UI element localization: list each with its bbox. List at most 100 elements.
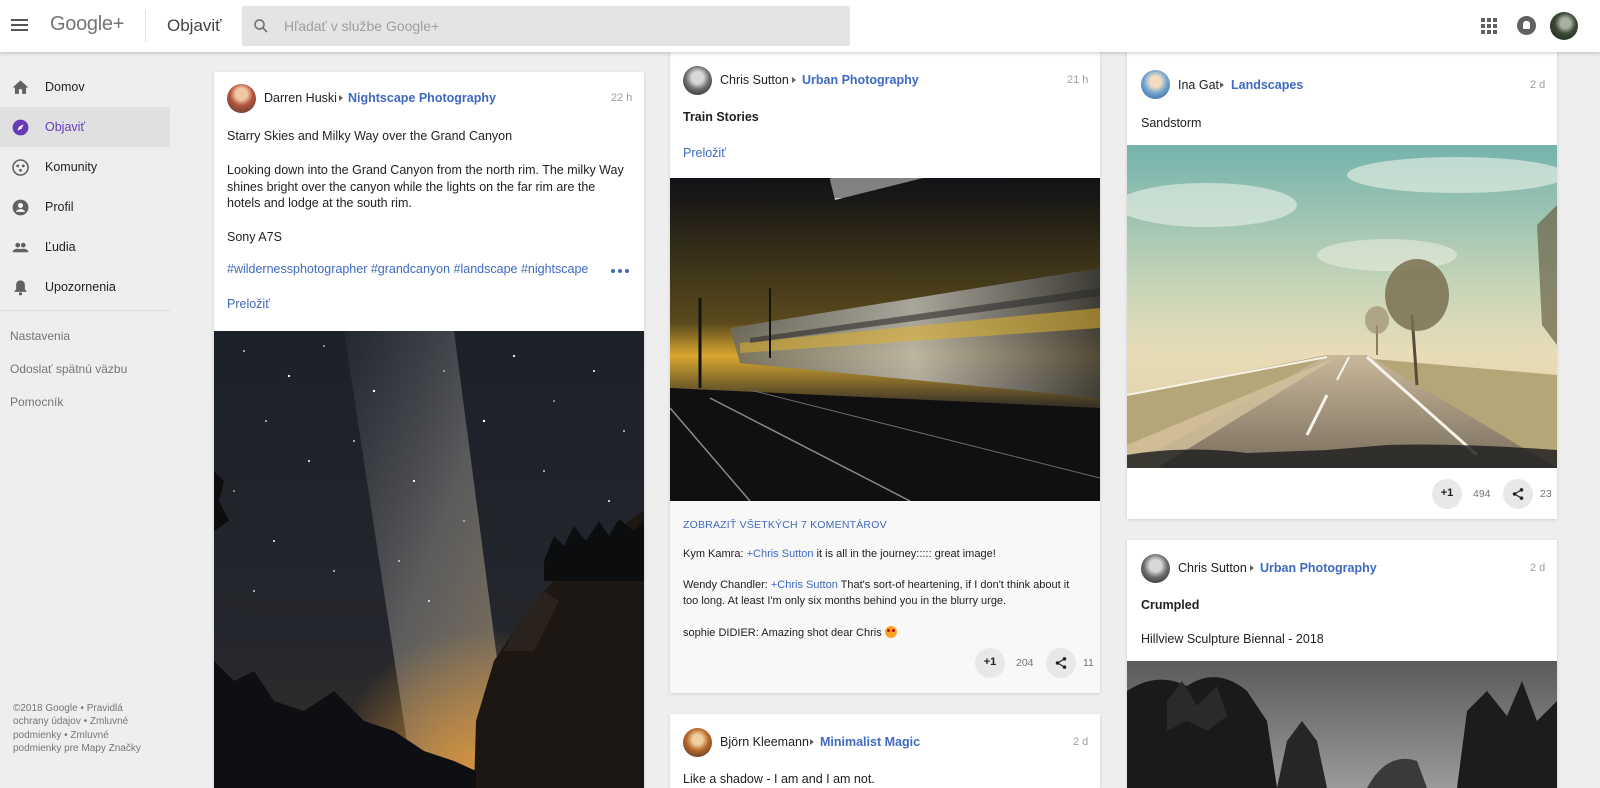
mention-link[interactable]: +Chris Sutton [747,548,814,560]
share-icon [1055,657,1067,669]
post-time[interactable]: 22 h [611,92,632,104]
post-community-link[interactable]: Landscapes [1231,78,1303,92]
sidebar-item-profile[interactable]: Profil [0,187,170,227]
post-card: Björn Kleemann Minimalist Magic 2 d Like… [670,714,1100,788]
header-divider [145,10,146,42]
post-community-link[interactable]: Nightscape Photography [348,91,496,105]
comment: sophie DIDIER: Amazing shot dear Chris [683,625,1083,641]
post-community-link[interactable]: Urban Photography [1260,561,1377,575]
compass-icon [12,119,29,136]
page-title: Objaviť [167,16,222,35]
share-count: 11 [1083,657,1094,669]
comment-author[interactable]: sophie DIDIER [683,627,756,639]
comment-author[interactable]: Kym Kamra [683,548,740,560]
post-time[interactable]: 21 h [1067,74,1088,86]
sidebar-item-people[interactable]: Ľudia [0,227,170,267]
heart-eyes-emoji-icon [884,626,897,638]
comment: Kym Kamra: +Chris Sutton it is all in th… [683,548,996,560]
sidebar: Domov Objaviť Komunity Profil Ľudia Upoz… [0,52,170,788]
account-avatar[interactable] [1550,12,1578,40]
search-input[interactable] [284,6,834,46]
author-avatar[interactable] [1141,70,1170,99]
share-icon [1512,488,1524,500]
arrow-right-icon [1220,82,1224,88]
bell-icon [14,280,27,296]
post-card: Chris Sutton Urban Photography 2 d Crump… [1127,540,1557,788]
share-count: 23 [1540,488,1552,500]
apps-grid-icon[interactable] [1481,18,1497,34]
post-time[interactable]: 2 d [1530,562,1545,574]
sidebar-item-label: Upozornenia [45,280,116,294]
crumpled-sculpture-photo[interactable] [1127,661,1557,788]
post-time[interactable]: 2 d [1530,79,1545,91]
train-photo[interactable] [670,178,1100,501]
plus-one-button[interactable]: +1 [1432,479,1462,509]
sidebar-item-label: Domov [45,80,85,94]
share-button[interactable] [1503,479,1533,509]
plus-one-count: 204 [1016,657,1034,669]
comment-text: Amazing shot dear Chris [761,627,885,639]
post-body-text: Like a shadow - I am and I am not. [683,772,875,786]
sidebar-item-notifications[interactable]: Upozornenia [0,267,170,307]
translate-link[interactable]: Preložiť [227,297,270,311]
people-icon [12,242,29,253]
help-link[interactable]: Pomocník [10,395,63,409]
send-feedback-link[interactable]: Odoslať spätnú väzbu [10,362,127,376]
profile-icon [12,199,29,216]
sidebar-item-home[interactable]: Domov [0,67,170,107]
post-author[interactable]: Chris Sutton [720,73,789,87]
arrow-right-icon [792,77,796,83]
sidebar-item-discover[interactable]: Objaviť [0,107,170,147]
post-camera-text: Sony A7S [227,230,282,244]
post-author[interactable]: Chris Sutton [1178,561,1247,575]
search-icon [254,19,268,33]
google-plus-logo[interactable]: Google+ [50,13,124,36]
mention-link[interactable]: +Chris Sutton [771,579,838,591]
post-title: Train Stories [683,110,759,124]
comment-author[interactable]: Wendy Chandler [683,579,765,591]
post-community-link[interactable]: Minimalist Magic [820,735,920,749]
post-body-text: Hillview Sculpture Biennal - 2018 [1141,632,1324,646]
post-card: Darren Huski Nightscape Photography 22 h… [214,72,644,788]
translate-link[interactable]: Preložiť [683,146,726,160]
sidebar-item-label: Profil [45,200,74,214]
post-author[interactable]: Darren Huski [264,91,337,105]
plus-one-button[interactable]: +1 [975,648,1005,678]
sidebar-divider [0,310,170,311]
search-box[interactable] [242,6,850,46]
post-title: Crumpled [1141,598,1200,612]
post-card: Chris Sutton Urban Photography 21 h Trai… [670,52,1100,693]
author-avatar[interactable] [1141,554,1170,583]
post-body-text: Sandstorm [1141,116,1202,130]
top-app-bar: Google+ Objaviť [0,0,1600,52]
post-time[interactable]: 2 d [1073,736,1088,748]
show-all-comments-link[interactable]: ZOBRAZIŤ VŠETKÝCH 7 KOMENTÁROV [683,519,887,531]
sidebar-item-communities[interactable]: Komunity [0,147,170,187]
post-card: Ina Gat Landscapes 2 d Sandstorm +1 494 [1127,52,1557,519]
sandstorm-road-photo[interactable] [1127,145,1557,468]
hamburger-menu-icon[interactable] [10,16,30,36]
communities-icon [12,159,29,176]
milky-way-photo[interactable] [214,331,644,788]
home-icon [12,80,29,94]
post-title-text: Starry Skies and Milky Way over the Gran… [227,129,513,143]
arrow-right-icon [1250,565,1254,571]
post-community-link[interactable]: Urban Photography [802,73,919,87]
post-hashtags[interactable]: #wildernessphotographer #grandcanyon #la… [227,262,588,276]
share-button[interactable] [1046,648,1076,678]
comment-text: it is all in the journey::::: great imag… [813,548,996,560]
author-avatar[interactable] [683,66,712,95]
footer-legal-links[interactable]: ©2018 Google • Pravidlá ochrany údajov •… [13,702,148,756]
notifications-bell-icon[interactable] [1517,16,1536,35]
arrow-right-icon [810,739,814,745]
sidebar-item-label: Komunity [45,160,98,174]
author-avatar[interactable] [683,728,712,757]
sidebar-item-label: Ľudia [45,240,76,254]
author-avatar[interactable] [227,84,256,113]
post-author[interactable]: Björn Kleemann [720,735,809,749]
settings-link[interactable]: Nastavenia [10,329,70,343]
more-options-icon[interactable] [611,266,635,276]
post-author[interactable]: Ina Gat [1178,78,1219,92]
comment: Wendy Chandler: +Chris Sutton That's sor… [683,579,1070,607]
plus-one-count: 494 [1473,488,1491,500]
